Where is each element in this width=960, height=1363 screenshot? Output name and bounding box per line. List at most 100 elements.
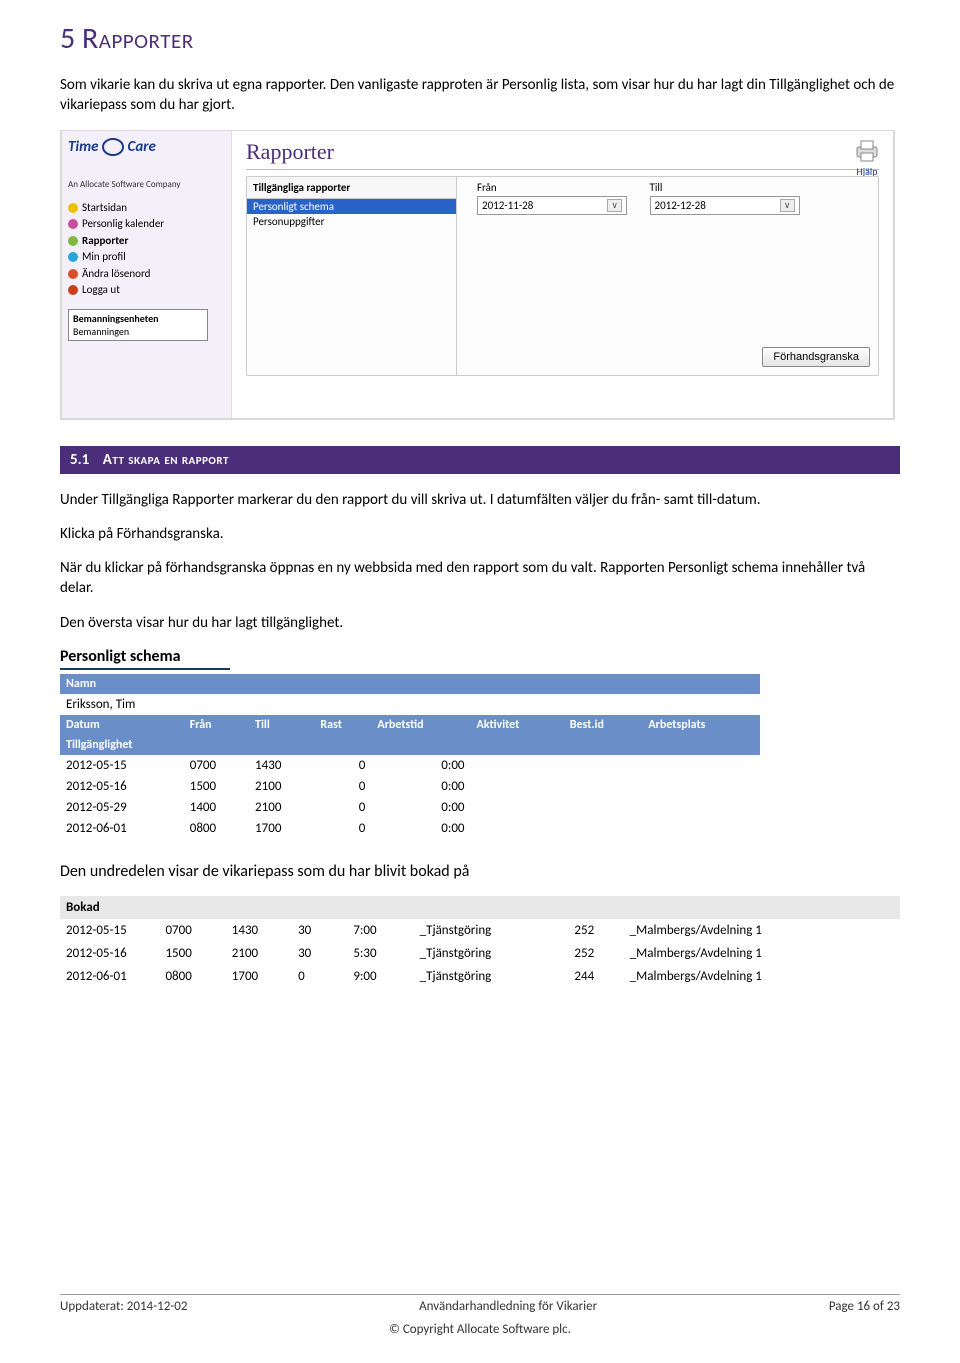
table-cell: 1430 xyxy=(226,919,292,942)
screenshot-timecare-rapporter: Time Care An Allocate Software Company S… xyxy=(60,130,895,420)
table-cell: 0800 xyxy=(159,965,225,988)
table-cell xyxy=(564,818,643,839)
table-cell: 0 xyxy=(314,818,371,839)
table-cell: 0800 xyxy=(184,818,249,839)
dot-icon xyxy=(68,236,78,246)
dot-icon xyxy=(68,203,78,213)
table-cell: 5:30 xyxy=(347,942,413,965)
table-row: Datum Från Till Rast Arbetstid Aktivitet… xyxy=(60,715,760,735)
report-list-header: Tillgängliga rapporter xyxy=(247,177,456,199)
logo-text-time: Time xyxy=(68,138,99,156)
unit-title: Bemanningsenheten xyxy=(73,312,203,325)
intro-paragraph: Som vikarie kan du skriva ut egna rappor… xyxy=(60,75,900,116)
sidebar-unit-box[interactable]: Bemanningsenheten Bemanningen xyxy=(68,309,208,341)
main-panel: Hjälp Rapporter Tillgängliga rapporter P… xyxy=(232,131,893,418)
table-cell: 0700 xyxy=(184,755,249,776)
sidebar-item-logga-ut[interactable]: Logga ut xyxy=(68,282,225,299)
table-cell xyxy=(642,818,760,839)
sidebar-item-andra-losenord[interactable]: Ändra lösenord xyxy=(68,266,225,283)
screenshot-personligt-schema-table: Personligt schema Namn Eriksson, Tim Dat… xyxy=(60,647,760,839)
table-row: 2012-05-1507001430307:00_Tjänstgöring252… xyxy=(60,919,900,942)
schema-table: Namn Eriksson, Tim Datum Från Till Rast … xyxy=(60,674,760,839)
help-link[interactable]: Hjälp xyxy=(851,137,883,178)
table-cell xyxy=(642,797,760,818)
table-cell: _Malmbergs/Avdelning 1 xyxy=(624,965,900,988)
table-cell: 0 xyxy=(314,776,371,797)
report-list-pane: Tillgängliga rapporter Personligt schema… xyxy=(247,177,457,375)
para-2: Klicka på Förhandsgranska. xyxy=(60,524,900,544)
section-number: 5.1 xyxy=(70,451,89,469)
table-cell: _Tjänstgöring xyxy=(414,965,569,988)
report-item-personligt-schema[interactable]: Personligt schema xyxy=(247,199,456,214)
table-row: 2012-05-161500210000:00 xyxy=(60,776,760,797)
till-date-input[interactable]: 2012-12-28 ∨ xyxy=(650,196,800,215)
heading-title: Rapporter xyxy=(82,20,194,57)
sidebar-item-rapporter[interactable]: Rapporter xyxy=(68,233,225,250)
name-header: Namn xyxy=(60,674,760,694)
name-cell: Eriksson, Tim xyxy=(60,694,760,715)
sidebar-item-label: Logga ut xyxy=(82,282,120,299)
logo-text-care: Care xyxy=(128,138,156,156)
unit-sub: Bemanningen xyxy=(73,325,203,338)
col-bestid: Best.id xyxy=(564,715,643,735)
table-cell xyxy=(564,797,643,818)
bokad-header: Bokad xyxy=(60,896,900,919)
from-date-input[interactable]: 2012-11-28 ∨ xyxy=(477,196,627,215)
table-cell: 30 xyxy=(292,919,347,942)
logo-subtitle: An Allocate Software Company xyxy=(68,179,225,190)
table-cell: 0 xyxy=(292,965,347,988)
logo-oval-icon xyxy=(101,137,125,160)
table-cell: _Malmbergs/Avdelning 1 xyxy=(624,919,900,942)
table-cell xyxy=(471,797,564,818)
table-cell xyxy=(642,755,760,776)
table-cell: 7:00 xyxy=(347,919,413,942)
table-row: 2012-05-1615002100305:30_Tjänstgöring252… xyxy=(60,942,900,965)
table-cell: 2012-06-01 xyxy=(60,818,184,839)
heading-number: 5 xyxy=(60,20,75,57)
dot-icon xyxy=(68,269,78,279)
preview-button[interactable]: Förhandsgranska xyxy=(762,347,870,367)
table-cell: 9:00 xyxy=(347,965,413,988)
table-cell: _Malmbergs/Avdelning 1 xyxy=(624,942,900,965)
sidebar-item-min-profil[interactable]: Min profil xyxy=(68,249,225,266)
table-cell: 30 xyxy=(292,942,347,965)
para-3: När du klickar på förhandsgranska öppnas… xyxy=(60,558,900,599)
table-row: Tillgänglighet xyxy=(60,735,760,755)
chevron-down-icon[interactable]: ∨ xyxy=(780,199,795,212)
table-cell xyxy=(564,755,643,776)
footer-page: Page 16 of 23 xyxy=(829,1299,900,1314)
table-cell: 0 xyxy=(314,797,371,818)
sidebar-item-personlig-kalender[interactable]: Personlig kalender xyxy=(68,216,225,233)
table-cell xyxy=(471,755,564,776)
date-range: Från 2012-11-28 ∨ Till 2012-12-28 ∨ xyxy=(477,181,800,215)
table-cell: 244 xyxy=(568,965,623,988)
dot-icon xyxy=(68,285,78,295)
table-cell: 1500 xyxy=(159,942,225,965)
col-till: Till xyxy=(249,715,314,735)
col-aktivitet: Aktivitet xyxy=(471,715,564,735)
sidebar-item-label: Ändra lösenord xyxy=(82,266,150,283)
col-fran: Från xyxy=(184,715,249,735)
subhead-tillganglighet: Tillgänglighet xyxy=(60,735,760,755)
report-item-personuppgifter[interactable]: Personuppgifter xyxy=(247,214,456,229)
chevron-down-icon[interactable]: ∨ xyxy=(607,199,622,212)
table-row: 2012-06-010800170009:00_Tjänstgöring244_… xyxy=(60,965,900,988)
table-cell: 1400 xyxy=(184,797,249,818)
table-row: Namn xyxy=(60,674,760,694)
table-cell: 2012-05-16 xyxy=(60,942,159,965)
screenshot-bokad-table: Bokad 2012-05-1507001430307:00_Tjänstgör… xyxy=(60,896,900,988)
sidebar-item-label: Personlig kalender xyxy=(82,216,164,233)
table-cell: 2012-06-01 xyxy=(60,965,159,988)
table-row: Eriksson, Tim xyxy=(60,694,760,715)
sidebar-item-startsidan[interactable]: Startsidan xyxy=(68,200,225,217)
title-divider xyxy=(246,169,879,170)
from-date-value: 2012-11-28 xyxy=(482,199,533,212)
heading-5: 5 Rapporter xyxy=(60,20,900,57)
report-item-label: Personligt schema xyxy=(253,200,334,213)
sidebar-item-label: Rapporter xyxy=(82,233,128,250)
table-cell: 0 xyxy=(314,755,371,776)
footer-divider xyxy=(60,1294,900,1295)
table-cell: _Tjänstgöring xyxy=(414,919,569,942)
table-cell xyxy=(471,776,564,797)
table-row: Bokad xyxy=(60,896,900,919)
